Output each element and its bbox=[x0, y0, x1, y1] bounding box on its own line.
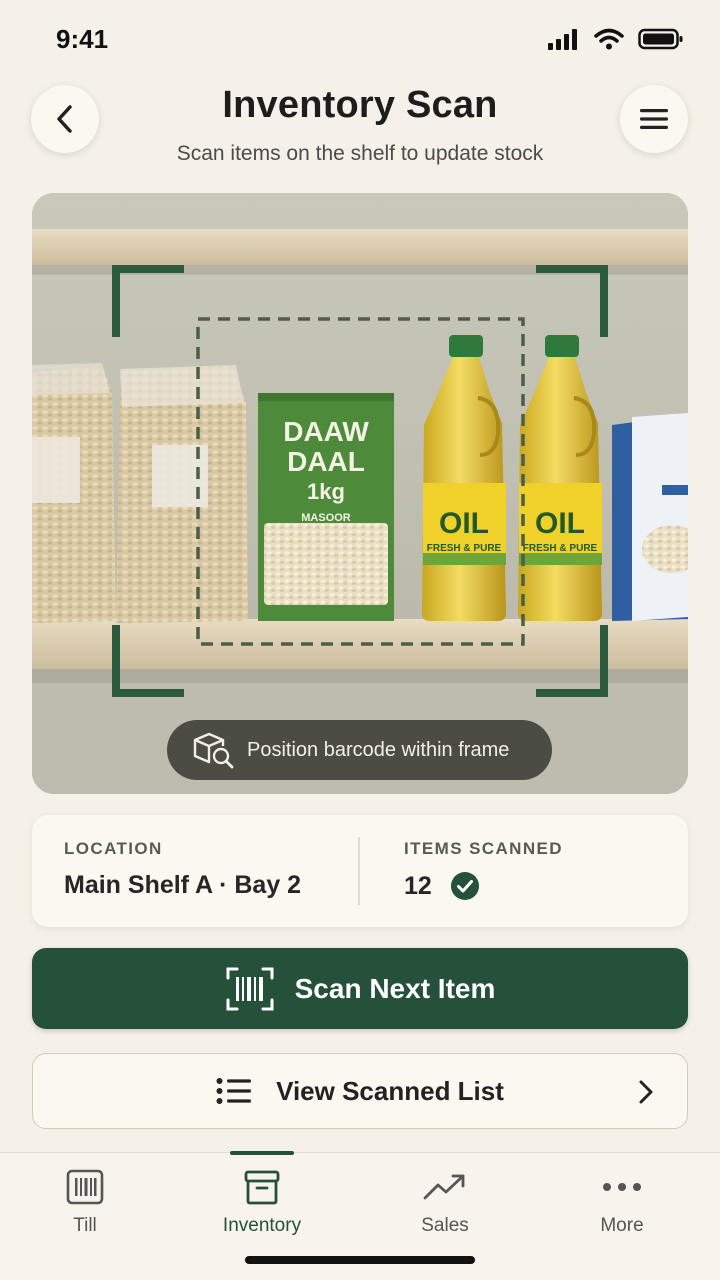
menu-button[interactable] bbox=[620, 85, 688, 153]
barcode-scan-icon bbox=[226, 967, 274, 1010]
view-scanned-list-button[interactable]: View Scanned List bbox=[32, 1053, 688, 1129]
location-value: Main Shelf A · Bay 2 bbox=[64, 871, 302, 899]
oil-tagline: FRESH & PURE bbox=[427, 543, 502, 554]
wifi-icon bbox=[594, 28, 624, 50]
scan-next-item-button[interactable]: Scan Next Item bbox=[32, 948, 688, 1029]
status-bar: 9:41 bbox=[0, 0, 720, 80]
items-scanned-value: 12 bbox=[404, 871, 432, 900]
daal-box: DAAW DAAL 1kg MASOOR bbox=[258, 393, 394, 621]
oil-tagline: FRESH & PURE bbox=[523, 543, 598, 554]
daal-weight: 1kg bbox=[307, 479, 345, 504]
chevron-right-icon bbox=[639, 1080, 653, 1104]
box-search-icon bbox=[193, 732, 234, 769]
tab-more[interactable]: More bbox=[552, 1153, 692, 1253]
list-icon bbox=[216, 1078, 252, 1104]
check-circle-icon bbox=[450, 872, 479, 900]
oil-name: OIL bbox=[439, 507, 489, 540]
more-icon bbox=[603, 1183, 641, 1191]
hamburger-icon bbox=[640, 109, 668, 129]
tab-sales[interactable]: Sales bbox=[375, 1153, 515, 1253]
view-scanned-list-label: View Scanned List bbox=[276, 1075, 504, 1106]
oil-name: OIL bbox=[535, 507, 585, 540]
page-title: Inventory Scan bbox=[222, 84, 498, 126]
daal-brand-line2: DAAL bbox=[287, 446, 365, 477]
battery-icon bbox=[638, 28, 683, 50]
status-time: 9:41 bbox=[56, 24, 109, 54]
scan-info-card: LOCATION Main Shelf A · Bay 2 ITEMS SCAN… bbox=[32, 815, 688, 927]
location-label: LOCATION bbox=[64, 839, 163, 858]
daal-brand-line1: DAAW bbox=[283, 416, 369, 447]
tab-sales-label: Sales bbox=[421, 1215, 469, 1236]
info-divider bbox=[358, 837, 360, 905]
scan-next-item-label: Scan Next Item bbox=[294, 972, 496, 1004]
tab-till-label: Till bbox=[73, 1215, 97, 1236]
signal-icon bbox=[548, 29, 577, 50]
box-icon bbox=[244, 1170, 280, 1205]
rice-bag bbox=[32, 363, 116, 623]
daal-variety: MASOOR bbox=[301, 512, 351, 524]
scan-hint: Position barcode within frame bbox=[167, 720, 552, 780]
items-scanned-row: 12 bbox=[404, 871, 480, 901]
tab-inventory-label: Inventory bbox=[222, 1215, 302, 1236]
tab-inventory[interactable]: Inventory bbox=[192, 1153, 332, 1253]
scan-hint-text: Position barcode within frame bbox=[247, 738, 510, 761]
page-subtitle: Scan items on the shelf to update stock bbox=[176, 142, 544, 165]
rice-bag bbox=[116, 365, 248, 623]
items-scanned-label: ITEMS SCANNED bbox=[404, 839, 563, 858]
trend-icon bbox=[423, 1174, 465, 1200]
home-indicator[interactable] bbox=[245, 1256, 475, 1264]
shelf-scene: DAAW DAAL 1kg MASOOR OIL FRESH & PURE OI… bbox=[32, 193, 688, 794]
status-icons bbox=[548, 28, 684, 50]
camera-viewfinder[interactable]: DAAW DAAL 1kg MASOOR OIL FRESH & PURE OI… bbox=[32, 193, 688, 794]
tab-more-label: More bbox=[600, 1215, 644, 1236]
tab-till[interactable]: Till bbox=[15, 1153, 155, 1253]
blue-packet bbox=[612, 413, 688, 621]
barcode-icon bbox=[66, 1169, 104, 1205]
